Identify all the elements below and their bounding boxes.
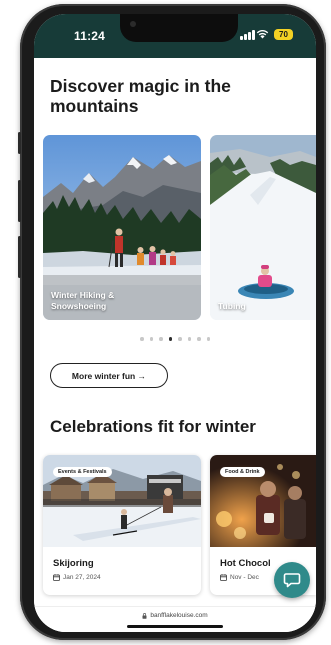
carousel-dot[interactable] [178, 337, 182, 341]
calendar-icon [53, 574, 60, 581]
calendar-icon [220, 574, 227, 581]
carousel-dot-active[interactable] [168, 337, 172, 341]
section-title-celebrations: Celebrations fit for winter [50, 417, 256, 436]
event-card-skijoring[interactable]: Events & Festivals Skijoring Jan 27, 202… [43, 455, 201, 595]
category-tag: Food & Drink [220, 467, 265, 477]
wifi-icon [256, 30, 269, 39]
home-indicator[interactable] [127, 625, 223, 628]
screen: 11:24 70 Discover magic in the mountains [34, 14, 316, 632]
status-time: 11:24 [74, 29, 106, 43]
carousel-dot[interactable] [149, 337, 153, 341]
side-button-action [18, 132, 21, 154]
carousel-dots [34, 337, 316, 341]
status-bar: 11:24 70 [34, 14, 316, 58]
event-date-text: Nov - Dec [230, 574, 259, 581]
carousel-dot[interactable] [197, 337, 201, 341]
activity-card-label: Winter Hiking & Snowshoeing [51, 290, 115, 311]
activity-card-tubing[interactable]: Tubing [210, 135, 316, 320]
browser-url-bar[interactable]: banfflakelouise.com [34, 606, 316, 632]
event-date: Jan 27, 2024 [53, 574, 101, 581]
category-tag: Events & Festivals [53, 467, 112, 477]
dynamic-island [120, 14, 238, 42]
more-winter-fun-label: More winter fun → [71, 370, 147, 381]
page-content[interactable]: Discover magic in the mountains Winter H… [34, 58, 316, 632]
lock-icon [142, 612, 147, 619]
carousel-dot[interactable] [140, 337, 144, 341]
event-title: Skijoring [53, 558, 94, 569]
event-title: Hot Chocol [220, 558, 271, 569]
side-button-volume-down [18, 236, 21, 278]
tubing-photo [210, 135, 316, 320]
section-title-discover: Discover magic in the mountains [50, 76, 231, 116]
url-display: banfflakelouise.com [34, 612, 316, 619]
chat-button[interactable] [274, 562, 310, 598]
more-winter-fun-button[interactable]: More winter fun → [50, 363, 168, 388]
camera-icon [130, 21, 136, 27]
chat-icon [283, 573, 301, 588]
carousel-dot[interactable] [206, 337, 210, 341]
carousel-dot[interactable] [187, 337, 191, 341]
carousel-dot[interactable] [159, 337, 163, 341]
activity-card-label: Tubing [218, 300, 246, 311]
activity-card-winter-hiking[interactable]: Winter Hiking & Snowshoeing [43, 135, 201, 320]
side-button-volume-up [18, 180, 21, 222]
event-date: Nov - Dec [220, 574, 259, 581]
url-text: banfflakelouise.com [150, 612, 208, 619]
event-date-text: Jan 27, 2024 [63, 574, 101, 581]
signal-icon [240, 30, 255, 40]
battery-icon: 70 [274, 29, 293, 40]
